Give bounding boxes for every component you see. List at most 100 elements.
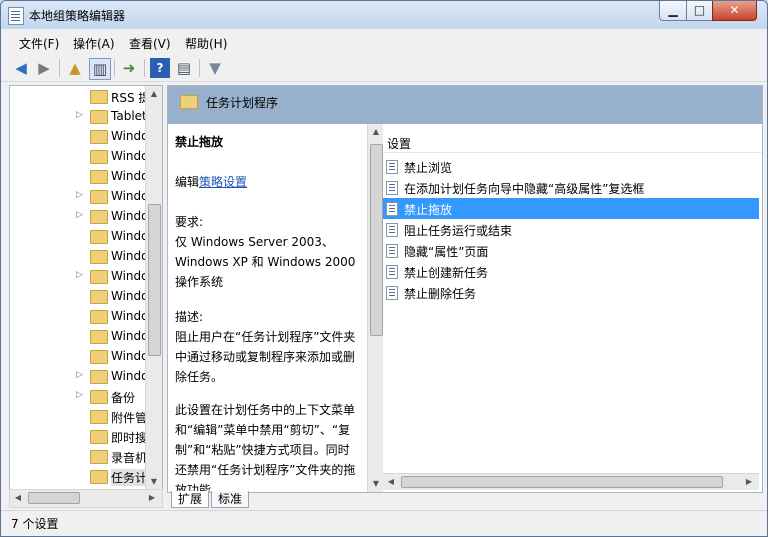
folder-icon [90, 150, 108, 164]
menu-view[interactable]: 查看(V) [129, 35, 171, 52]
tree-item-label: Windo [111, 309, 149, 323]
export-list-icon[interactable]: ➜ [119, 58, 139, 78]
tree-item-label: Windo [111, 329, 149, 343]
tree-item[interactable]: 附件管 [10, 407, 150, 427]
status-bar: 7 个设置 [1, 510, 767, 536]
up-folder-icon[interactable]: ▲ [65, 58, 85, 78]
tree-item-label: Windo [111, 169, 149, 183]
show-hide-tree-icon[interactable]: ▥ [89, 58, 111, 80]
scroll-right-arrow-icon[interactable]: ▶ [144, 490, 160, 506]
expand-arrow-icon[interactable]: ▷ [76, 190, 83, 200]
scrollbar-thumb[interactable] [28, 492, 80, 504]
main-window: 本地组策略编辑器 ▁ □ ✕ 文件(F) 操作(A) 查看(V) 帮助(H) ◀… [0, 0, 768, 537]
tree-item-label: Windo [111, 209, 149, 223]
expand-arrow-icon[interactable]: ▷ [76, 210, 83, 220]
toolbar-separator [199, 59, 200, 77]
title-bar[interactable]: 本地组策略编辑器 ▁ □ ✕ [1, 1, 767, 29]
scroll-up-arrow-icon[interactable]: ▲ [146, 86, 162, 102]
expand-arrow-icon[interactable]: ▷ [76, 110, 83, 120]
tree-item[interactable]: Windo [10, 287, 150, 307]
folder-icon [90, 90, 108, 104]
description-panel: 禁止拖放 编辑策略设置 要求: 仅 Windows Server 2003、Wi… [168, 124, 368, 492]
folder-icon [90, 450, 108, 464]
setting-item-label: 禁止拖放 [404, 203, 453, 217]
tree-item[interactable]: Windo [10, 127, 150, 147]
tree-vertical-scrollbar[interactable]: ▲ ▼ [145, 86, 162, 490]
description-text-1: 阻止用户在“任务计划程序”文件夹中通过移动或复制程序来添加或删除任务。 [175, 330, 356, 384]
properties-icon[interactable]: ▤ [174, 58, 194, 78]
menu-help[interactable]: 帮助(H) [185, 35, 227, 52]
tree-item[interactable]: ▷ Windo [10, 367, 150, 387]
settings-list: 设置 禁止浏览在添加计划任务向导中隐藏“高级属性”复选框禁止拖放阻止任务运行或结… [383, 124, 762, 492]
tree-item[interactable]: Windo [10, 147, 150, 167]
help-icon[interactable]: ? [150, 58, 170, 78]
status-text: 7 个设置 [11, 517, 59, 531]
setting-item-label: 禁止浏览 [404, 161, 453, 175]
expand-arrow-icon[interactable]: ▷ [76, 270, 83, 280]
tree-item-label: 备份 [111, 391, 136, 405]
expand-arrow-icon[interactable]: ▷ [76, 370, 83, 380]
settings-column-header[interactable]: 设置 [383, 130, 762, 153]
policy-setting-icon [386, 265, 398, 279]
tree-item[interactable]: Windo [10, 347, 150, 367]
folder-icon [180, 95, 198, 109]
tree-item[interactable]: 录音机 [10, 447, 150, 467]
settings-horizontal-scrollbar[interactable]: ◀ ▶ [383, 473, 759, 490]
menu-file[interactable]: 文件(F) [19, 35, 59, 52]
setting-item[interactable]: 禁止拖放 [383, 198, 759, 219]
scrollbar-thumb[interactable] [148, 204, 161, 356]
scrollbar-thumb[interactable] [401, 476, 723, 488]
toolbar-separator [114, 59, 115, 77]
tree-item[interactable]: ▷ Windo [10, 187, 150, 207]
setting-item-label: 阻止任务运行或结束 [404, 224, 513, 238]
back-arrow-icon[interactable]: ◀ [11, 58, 31, 78]
policy-settings-link[interactable]: 策略设置 [199, 175, 247, 189]
tree-item[interactable]: RSS 提 [10, 87, 150, 107]
tree-item[interactable]: ▷ Windo [10, 267, 150, 287]
scroll-left-arrow-icon[interactable]: ◀ [383, 474, 399, 490]
scrollbar-thumb[interactable] [370, 144, 383, 336]
tree-item[interactable]: Windo [10, 247, 150, 267]
settings-header-label: 设置 [387, 137, 412, 151]
scroll-down-arrow-icon[interactable]: ▼ [146, 474, 162, 490]
folder-icon [90, 410, 108, 424]
scroll-left-arrow-icon[interactable]: ◀ [10, 490, 26, 506]
setting-item[interactable]: 禁止删除任务 [383, 282, 759, 303]
tree-item[interactable]: ▷ 备份 [10, 387, 150, 407]
tree-item[interactable]: ▷ Windo [10, 207, 150, 227]
policy-setting-icon [386, 160, 398, 174]
folder-icon [90, 110, 108, 124]
tree-item[interactable]: 即时搜 [10, 427, 150, 447]
tab-extended[interactable]: 扩展 [171, 491, 210, 508]
setting-item[interactable]: 禁止创建新任务 [383, 261, 759, 282]
tree-item[interactable]: Windo [10, 327, 150, 347]
description-scrollbar[interactable]: ▲ ▼ [367, 124, 384, 492]
setting-item[interactable]: 阻止任务运行或结束 [383, 219, 759, 240]
tree-item[interactable]: Windo [10, 167, 150, 187]
policy-setting-icon [386, 202, 398, 216]
tree-item[interactable]: Windo [10, 307, 150, 327]
tree-item[interactable]: 任务计 [10, 467, 150, 487]
minimize-button[interactable]: ▁ [659, 1, 687, 21]
setting-item[interactable]: 在添加计划任务向导中隐藏“高级属性”复选框 [383, 177, 759, 198]
tab-standard[interactable]: 标准 [211, 491, 250, 508]
tree-item-label: Windo [111, 129, 149, 143]
scroll-down-arrow-icon[interactable]: ▼ [368, 476, 384, 492]
tree-item[interactable]: ▷ Tablet [10, 107, 150, 127]
folder-icon [90, 270, 108, 284]
tree-horizontal-scrollbar[interactable]: ◀ ▶ [9, 489, 163, 508]
tree-item[interactable]: Windo [10, 227, 150, 247]
setting-item[interactable]: 禁止浏览 [383, 156, 759, 177]
expand-arrow-icon[interactable]: ▷ [76, 390, 83, 400]
scroll-up-arrow-icon[interactable]: ▲ [368, 124, 384, 140]
menu-action[interactable]: 操作(A) [73, 35, 115, 52]
forward-arrow-icon[interactable]: ▶ [34, 58, 54, 78]
policy-setting-icon [386, 223, 398, 237]
scroll-right-arrow-icon[interactable]: ▶ [741, 474, 757, 490]
setting-item[interactable]: 隐藏“属性”页面 [383, 240, 759, 261]
toolbar-separator [59, 59, 60, 77]
edit-policy-line: 编辑策略设置 [175, 172, 359, 192]
maximize-button[interactable]: □ [686, 1, 713, 21]
filter-icon[interactable]: ▼ [205, 58, 225, 78]
close-button[interactable]: ✕ [712, 1, 757, 21]
